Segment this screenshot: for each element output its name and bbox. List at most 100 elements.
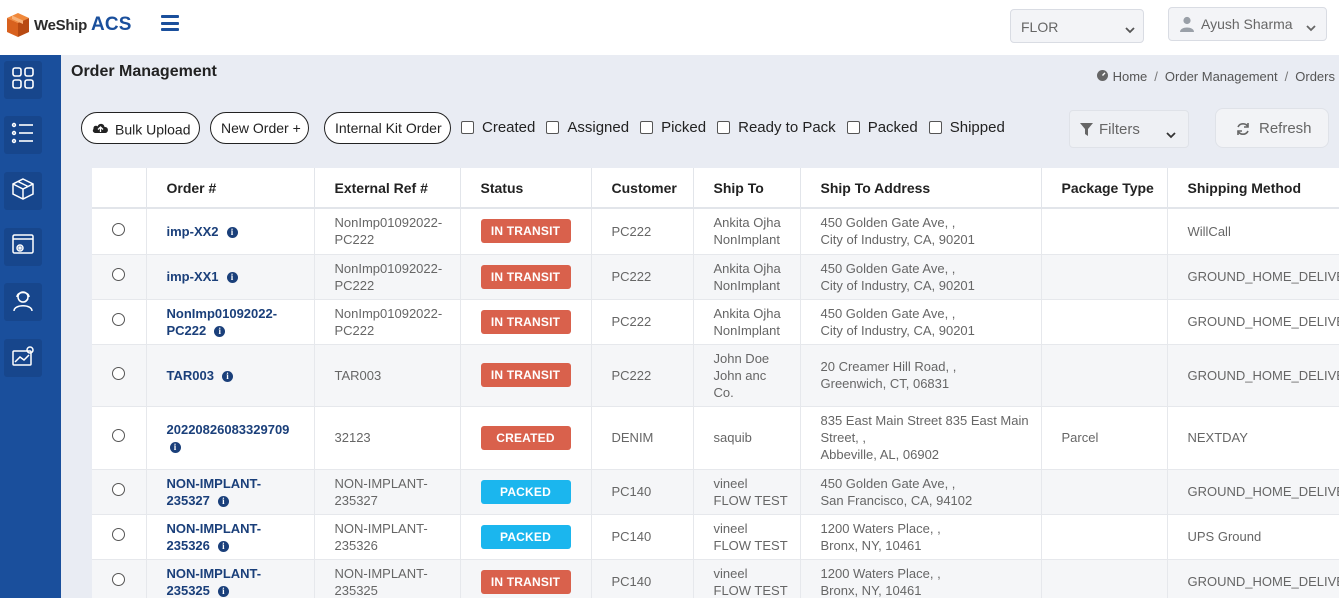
table-row[interactable]: imp-XX1 i NonImp01092022- PC222 IN TRANSIT PC… — [92, 254, 1339, 300]
info-icon[interactable]: i — [217, 540, 229, 552]
order-number-link[interactable]: PC222 — [167, 323, 207, 338]
ship_to-line: Co. — [713, 384, 734, 400]
sidebar-item-settings[interactable] — [4, 228, 42, 266]
address-line: Bronx, NY, 10461 — [820, 582, 922, 598]
customer-cell: PC222 — [591, 344, 694, 407]
filter-created[interactable]: Created — [461, 119, 535, 136]
customer-cell: DENIM — [591, 406, 694, 470]
row-select-radio[interactable] — [112, 528, 125, 541]
column-package-type[interactable]: Package Type — [1041, 168, 1168, 209]
column-status[interactable]: Status — [460, 168, 592, 209]
ext-line: NonImp01092022- — [334, 305, 443, 321]
info-icon[interactable]: i — [217, 585, 229, 597]
order-number-link[interactable]: 235326 — [167, 538, 210, 553]
checkbox[interactable] — [640, 121, 654, 134]
column-external-ref[interactable]: External Ref # — [314, 168, 461, 209]
menu-toggle-icon[interactable] — [161, 15, 179, 31]
status-cell: CREATED — [460, 406, 592, 470]
filter-assigned[interactable]: Assigned — [546, 119, 629, 136]
ship-to-address-cell: 20 Creamer Hill Road, , Greenwich, CT, 06… — [800, 344, 1042, 407]
order-number-link[interactable]: NON-IMPLANT- — [167, 475, 314, 492]
column-shipping-method[interactable]: Shipping Method — [1167, 168, 1339, 209]
filter-ready-to-pack[interactable]: Ready to Pack — [717, 119, 836, 136]
refresh-button[interactable]: Refresh — [1215, 108, 1329, 148]
ext-line: NonImp01092022- — [334, 215, 443, 231]
breadcrumb-home[interactable]: Home — [1113, 69, 1148, 84]
row-select-radio[interactable] — [112, 573, 125, 586]
ship-to-address-cell: 450 Golden Gate Ave, , San Francisco, CA,… — [800, 469, 1042, 515]
breadcrumb-order-management[interactable]: Order Management — [1165, 69, 1278, 84]
checkbox[interactable] — [546, 121, 560, 134]
column-ship-to[interactable]: Ship To — [693, 168, 801, 209]
column-customer[interactable]: Customer — [591, 168, 694, 209]
table-row[interactable]: TAR003 i TAR003 IN TRANSIT PC222 John Doe John… — [92, 344, 1339, 407]
settings-window-icon — [11, 233, 35, 262]
order-number-link[interactable]: TAR003 — [167, 368, 214, 383]
table-row[interactable]: NonImp01092022- PC222 i NonImp01092022- PC22… — [92, 299, 1339, 345]
sidebar-item-support[interactable] — [4, 283, 42, 321]
order-number-link[interactable]: 235325 — [167, 583, 210, 598]
ship_to-line: NonImplant — [713, 322, 780, 338]
address-line: Abbeville, AL, 06902 — [820, 447, 940, 462]
status-cell: PACKED — [460, 469, 592, 515]
new-order-button[interactable]: New Order + — [210, 112, 309, 144]
table-row[interactable]: NON-IMPLANT- 235327 i NON-IMPLANT- 235327 PAC… — [92, 469, 1339, 515]
column-order-number[interactable]: Order # — [146, 168, 315, 209]
user-menu[interactable]: Ayush Sharma — [1168, 7, 1327, 41]
order-number-link[interactable]: 20220826083329709 — [167, 421, 314, 438]
status-badge: IN TRANSIT — [480, 264, 571, 289]
order-number-link[interactable]: imp-XX1 — [167, 269, 219, 284]
bulk-upload-button[interactable]: Bulk Upload — [81, 112, 200, 144]
info-icon[interactable]: i — [226, 272, 238, 284]
sidebar-item-inventory[interactable] — [4, 172, 42, 210]
checkbox[interactable] — [846, 121, 860, 134]
shipping-method-cell: UPS Ground — [1167, 514, 1339, 560]
row-select-radio[interactable] — [112, 429, 125, 442]
row-select-radio[interactable] — [112, 313, 125, 326]
ext-line: 235325 — [334, 582, 378, 598]
row-select-radio[interactable] — [112, 268, 125, 281]
row-select-radio[interactable] — [112, 222, 125, 236]
info-icon[interactable]: i — [221, 370, 233, 382]
info-icon[interactable]: i — [226, 226, 238, 238]
filter-packed[interactable]: Packed — [846, 119, 918, 136]
filters-select[interactable]: Filters — [1069, 110, 1189, 148]
row-select-radio[interactable] — [112, 366, 125, 380]
warehouse-select[interactable]: FLOR — [1010, 9, 1144, 43]
sidebar-item-orders[interactable] — [4, 116, 42, 154]
table-row[interactable]: NON-IMPLANT- 235326 i NON-IMPLANT- 235326 PAC… — [92, 514, 1339, 560]
table-row[interactable]: NON-IMPLANT- 235325 i NON-IMPLANT- 235325 IN … — [92, 559, 1339, 598]
external-ref-cell: NonImp01092022- PC222 — [314, 208, 461, 255]
status-cell: IN TRANSIT — [460, 208, 592, 255]
info-icon[interactable]: i — [214, 325, 226, 337]
order-number-link[interactable]: NON-IMPLANT- — [167, 565, 314, 582]
checkbox[interactable] — [461, 121, 474, 134]
internal-kit-order-button[interactable]: Internal Kit Order — [324, 112, 451, 144]
order-number-link[interactable]: NonImp01092022- — [167, 305, 314, 322]
column-ship-to-address[interactable]: Ship To Address — [800, 168, 1042, 209]
order-number-link[interactable]: imp-XX2 — [167, 224, 219, 239]
brand-logo[interactable]: WeShip ACS — [6, 12, 132, 38]
table-row[interactable]: imp-XX2 i NonImp01092022- PC222 IN TRANSIT PC… — [92, 208, 1339, 255]
ext-line: 235327 — [334, 492, 378, 508]
ship_to-line: FLOW TEST — [713, 537, 788, 553]
checkbox[interactable] — [717, 121, 731, 134]
address-line: 450 Golden Gate Ave, , — [820, 305, 956, 321]
status-cell: PACKED — [460, 514, 592, 560]
address-line: Bronx, NY, 10461 — [820, 537, 922, 553]
order-number-link[interactable]: NON-IMPLANT- — [167, 520, 314, 537]
sidebar-item-tracking[interactable] — [4, 339, 42, 377]
ext-line: PC222 — [334, 322, 375, 338]
status-cell: IN TRANSIT — [460, 559, 592, 598]
table-row[interactable]: 20220826083329709 i 32123 CREATED DENIM saqui… — [92, 406, 1339, 470]
filter-shipped[interactable]: Shipped — [928, 119, 1005, 136]
filter-picked[interactable]: Picked — [640, 119, 706, 136]
order-number-link[interactable]: 235327 — [167, 493, 210, 508]
ship-to-cell: John Doe John anc Co. — [693, 344, 801, 407]
sidebar-item-dashboard[interactable] — [4, 61, 42, 99]
checkbox[interactable] — [928, 121, 942, 134]
info-icon[interactable]: i — [169, 441, 181, 453]
row-select-radio[interactable] — [112, 483, 125, 496]
shipping-method-cell: GROUND_HOME_DELIVER — [1167, 254, 1339, 300]
info-icon[interactable]: i — [217, 495, 229, 507]
